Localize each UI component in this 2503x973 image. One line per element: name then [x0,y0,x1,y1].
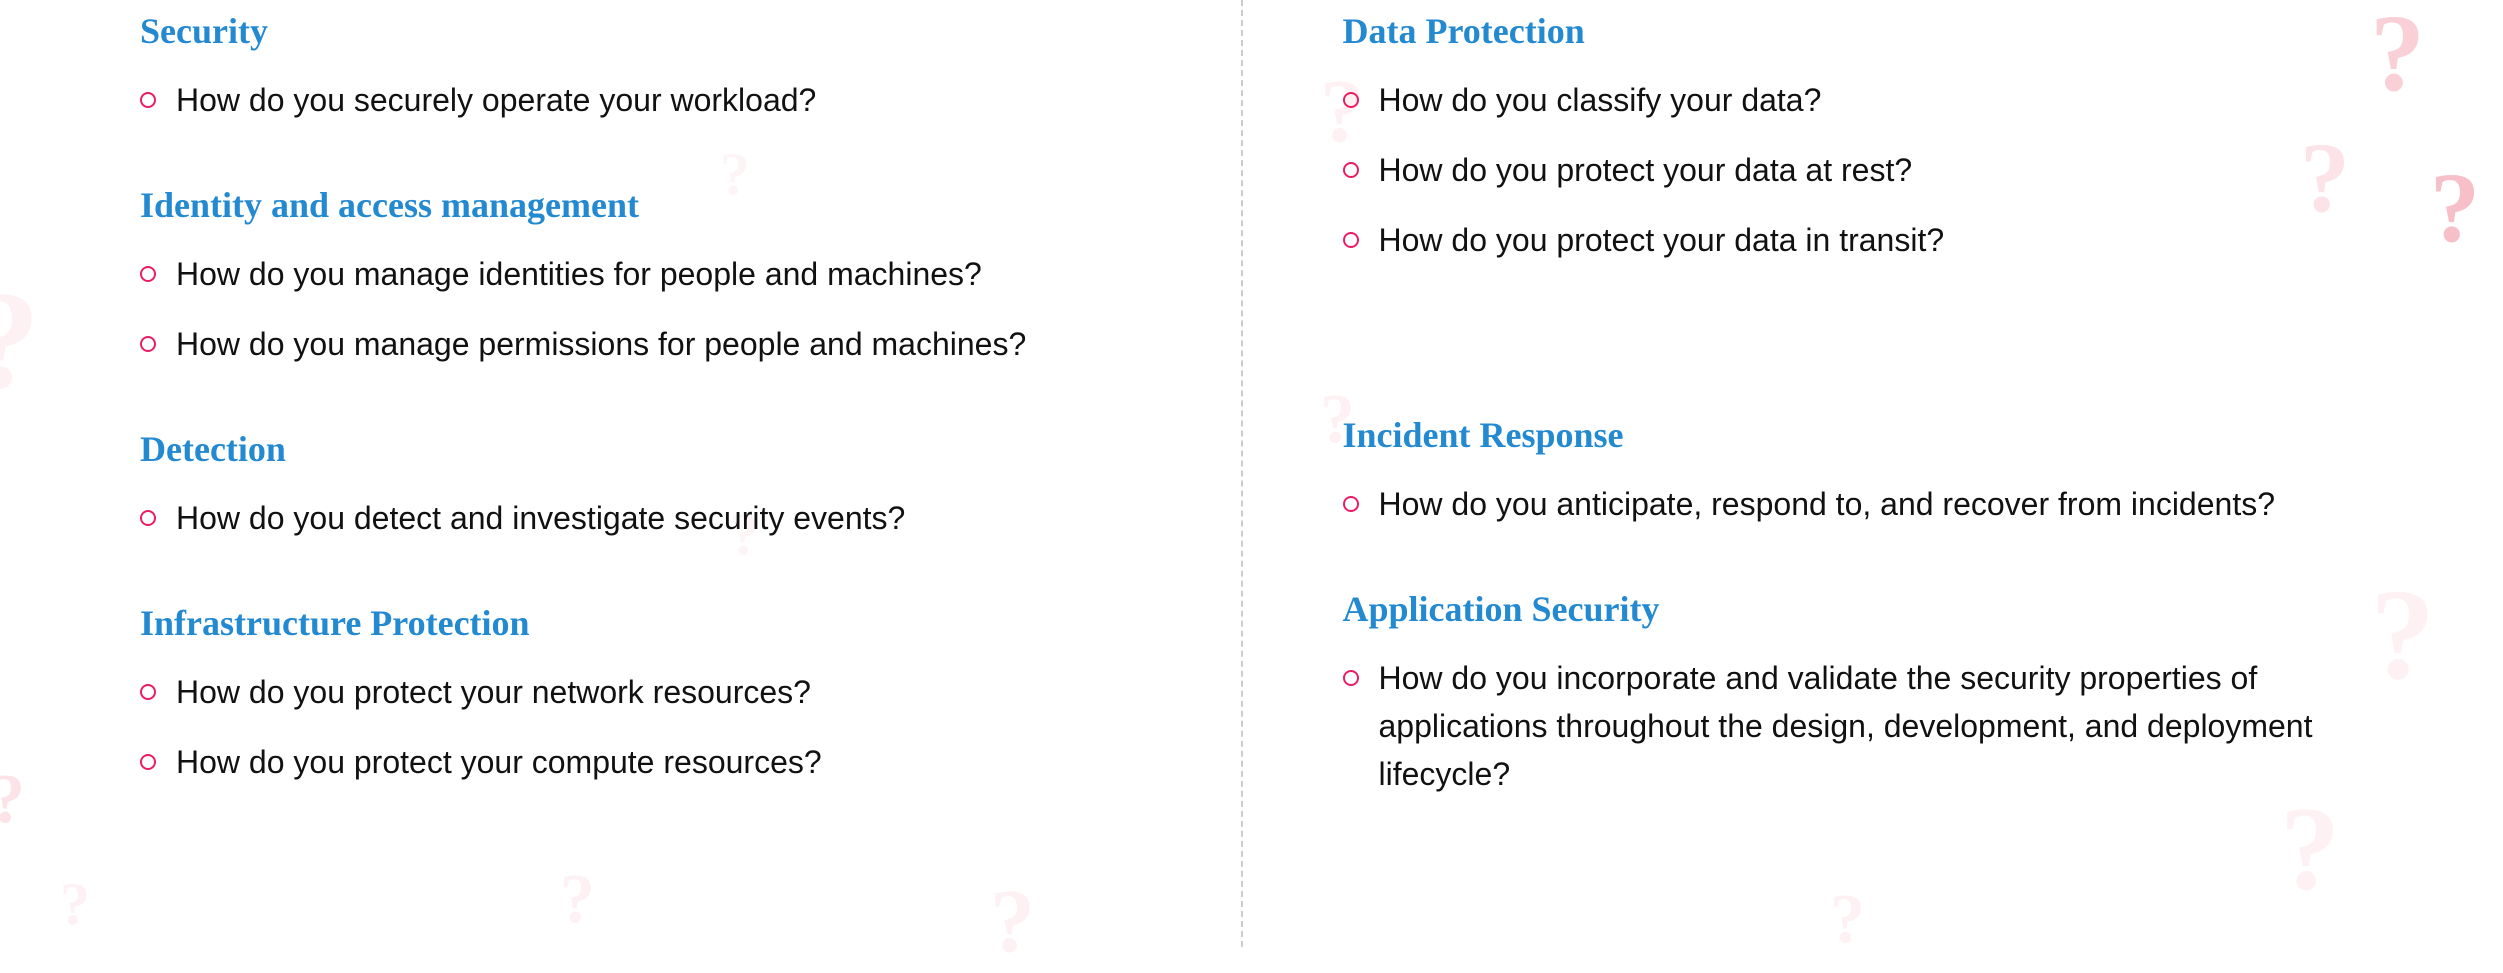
question-item: How do you incorporate and validate the … [1343,654,2364,798]
bullet-icon [140,684,156,700]
question-item: How do you protect your data at rest? [1343,146,2364,194]
section: Detection How do you detect and investiga… [140,428,1161,542]
left-column: Security How do you securely operate your… [0,0,1241,947]
section-heading: Data Protection [1343,10,2364,52]
bullet-icon [140,510,156,526]
question-item: How do you protect your data in transit? [1343,216,2364,264]
question-item: How do you protect your compute resource… [140,738,1161,786]
section: Incident Response How do you anticipate, … [1343,414,2364,528]
question-item: How do you detect and investigate securi… [140,494,1161,542]
bullet-icon [1343,670,1359,686]
section-heading: Security [140,10,1161,52]
question-text: How do you anticipate, respond to, and r… [1379,480,2364,528]
section: Security How do you securely operate your… [140,10,1161,124]
bullet-icon [140,754,156,770]
question-text: How do you protect your data in transit? [1379,216,2364,264]
question-text: How do you incorporate and validate the … [1379,654,2364,798]
question-item: How do you manage identities for people … [140,250,1161,298]
question-item: How do you protect your network resource… [140,668,1161,716]
bullet-icon [140,336,156,352]
question-text: How do you manage permissions for people… [176,320,1161,368]
section-heading: Identity and access management [140,184,1161,226]
bullet-icon [1343,232,1359,248]
section-heading: Infrastructure Protection [140,602,1161,644]
section-heading: Incident Response [1343,414,2364,456]
question-text: How do you detect and investigate securi… [176,494,1161,542]
question-text: How do you manage identities for people … [176,250,1161,298]
right-column: Data Protection How do you classify your … [1243,0,2503,947]
question-text: How do you protect your compute resource… [176,738,1161,786]
bullet-icon [1343,92,1359,108]
question-text: How do you classify your data? [1379,76,2364,124]
question-item: How do you securely operate your workloa… [140,76,1161,124]
bullet-icon [140,92,156,108]
bullet-icon [1343,162,1359,178]
question-item: How do you anticipate, respond to, and r… [1343,480,2364,528]
content-columns: Security How do you securely operate your… [0,0,2503,947]
question-text: How do you securely operate your workloa… [176,76,1161,124]
question-item: How do you manage permissions for people… [140,320,1161,368]
section: Data Protection How do you classify your … [1343,10,2364,264]
section: Application Security How do you incorpora… [1343,588,2364,798]
section-heading: Application Security [1343,588,2364,630]
question-text: How do you protect your network resource… [176,668,1161,716]
section-spacer [1343,324,2364,414]
section: Identity and access management How do you… [140,184,1161,368]
question-text: How do you protect your data at rest? [1379,146,2364,194]
section-heading: Detection [140,428,1161,470]
question-item: How do you classify your data? [1343,76,2364,124]
bullet-icon [140,266,156,282]
bullet-icon [1343,496,1359,512]
section: Infrastructure Protection How do you prot… [140,602,1161,786]
